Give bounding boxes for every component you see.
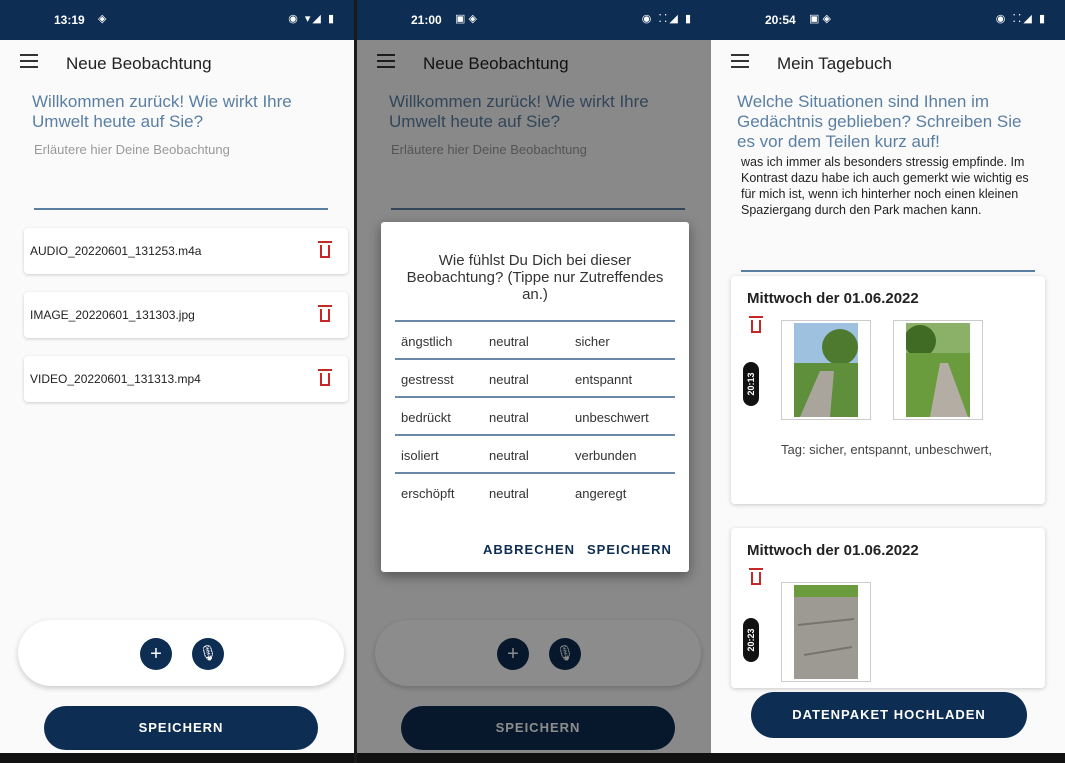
page-title: Neue Beobachtung [66, 54, 212, 73]
attachment-item[interactable]: VIDEO_20220601_131313.mp4 [24, 356, 348, 402]
mic-icon[interactable]: 🎙 [192, 638, 224, 670]
status-time: 21:00 [411, 13, 442, 27]
mood-option[interactable]: unbeschwert [575, 410, 649, 425]
observation-input[interactable]: Erläutere hier Deine Beobachtung [34, 142, 230, 157]
entry-time-badge: 20:23 UHR [743, 618, 772, 662]
page-title: Mein Tagebuch [777, 54, 892, 73]
screen-mood-dialog: 21:00 ▣ ◈ ◉ ⁚⁚◢ ▮ Neue Beobachtung Willk… [357, 0, 711, 763]
mood-option[interactable]: neutral [489, 372, 529, 387]
mood-row: bedrückt neutral unbeschwert [395, 396, 675, 436]
photo-thumbnail[interactable] [781, 582, 871, 682]
plus-icon[interactable]: + [140, 638, 172, 670]
mood-row: gestresst neutral entspannt [395, 358, 675, 398]
entry-date: Mittwoch der 01.06.2022 [747, 290, 919, 307]
attachment-item[interactable]: IMAGE_20220601_131303.jpg [24, 292, 348, 338]
mood-option[interactable]: neutral [489, 486, 529, 501]
app-bar: Neue Beobachtung [0, 40, 354, 88]
journal-text-field[interactable]: was ich immer als besonders stressig emp… [741, 154, 1041, 234]
photo-thumbnail[interactable] [781, 320, 871, 420]
trash-icon[interactable] [318, 241, 332, 258]
status-bar: 21:00 ▣ ◈ ◉ ⁚⁚◢ ▮ [357, 0, 711, 40]
vpn-icon: ▣ ◈ [809, 13, 831, 25]
media-toolbar: + 🎙 [18, 620, 344, 686]
photo-thumbnail[interactable] [893, 320, 983, 420]
mood-row: isoliert neutral verbunden [395, 434, 675, 474]
mood-dialog: Wie fühlst Du Dich bei dieser Beobachtun… [381, 222, 689, 572]
cancel-button[interactable]: ABBRECHEN [483, 542, 575, 557]
diary-entry-card[interactable]: Mittwoch der 01.06.2022 20:13 UHR Tag: s… [731, 276, 1045, 504]
mood-option[interactable]: sicher [575, 334, 610, 349]
status-time: 13:19 [54, 13, 85, 27]
mood-option[interactable]: entspannt [575, 372, 632, 387]
vpn-icon: ▣ ◈ [455, 13, 477, 25]
status-bar: 20:54 ▣ ◈ ◉ ⁚⁚◢ ▮ [711, 0, 1065, 40]
mood-option[interactable]: neutral [489, 410, 529, 425]
trash-icon[interactable] [749, 316, 763, 333]
trash-icon[interactable] [318, 369, 332, 386]
entry-date: Mittwoch der 01.06.2022 [747, 542, 919, 559]
screen-new-observation: 13:19 ◈ ◉ ▾◢ ▮ Neue Beobachtung Willkomm… [0, 0, 354, 763]
attachment-name: VIDEO_20220601_131313.mp4 [30, 372, 201, 386]
mood-option[interactable]: neutral [489, 448, 529, 463]
status-time: 20:54 [765, 13, 796, 27]
mood-option[interactable]: ängstlich [401, 334, 452, 349]
vpn-icon: ◈ [98, 13, 107, 25]
dialog-question: Wie fühlst Du Dich bei dieser Beobachtun… [406, 252, 664, 303]
mood-option[interactable]: bedrückt [401, 410, 451, 425]
welcome-prompt: Willkommen zurück! Wie wirkt Ihre Umwelt… [32, 92, 292, 131]
input-underline [34, 208, 328, 210]
diary-prompt: Welche Situationen sind Ihnen im Gedächt… [737, 92, 1022, 151]
menu-icon[interactable] [20, 54, 38, 72]
mood-row: erschöpft neutral angeregt [395, 472, 675, 512]
trash-icon[interactable] [749, 568, 763, 585]
status-bar: 13:19 ◈ ◉ ▾◢ ▮ [0, 0, 354, 40]
nav-bar [0, 753, 354, 763]
mood-option[interactable]: isoliert [401, 448, 439, 463]
mood-option[interactable]: neutral [489, 334, 529, 349]
app-bar: Mein Tagebuch [711, 40, 1065, 88]
nav-bar [357, 753, 711, 763]
signal-battery-icon: ◉ ⁚⁚◢ ▮ [641, 13, 693, 25]
screen-diary: 20:54 ▣ ◈ ◉ ⁚⁚◢ ▮ Mein Tagebuch Welche S… [711, 0, 1065, 763]
dialog-save-button[interactable]: SPEICHERN [587, 542, 672, 557]
signal-battery-icon: ◉ ▾◢ ▮ [288, 13, 336, 25]
path-photo-image [794, 585, 858, 679]
park-photo-image [794, 323, 858, 417]
entry-tags: Tag: sicher, entspannt, unbeschwert, [781, 442, 993, 457]
upload-button[interactable]: DATENPAKET HOCHLADEN [751, 692, 1027, 738]
mood-option[interactable]: gestresst [401, 372, 454, 387]
attachment-name: AUDIO_20220601_131253.m4a [30, 244, 202, 258]
menu-icon[interactable] [731, 54, 749, 72]
attachment-name: IMAGE_20220601_131303.jpg [30, 308, 195, 322]
attachment-item[interactable]: AUDIO_20220601_131253.m4a [24, 228, 348, 274]
input-underline [741, 270, 1035, 272]
mood-option[interactable]: erschöpft [401, 486, 454, 501]
diary-entry-card[interactable]: Mittwoch der 01.06.2022 20:23 UHR [731, 528, 1045, 688]
trash-icon[interactable] [318, 305, 332, 322]
save-button[interactable]: SPEICHERN [44, 706, 318, 750]
mood-option[interactable]: angeregt [575, 486, 626, 501]
signal-battery-icon: ◉ ⁚⁚◢ ▮ [995, 13, 1047, 25]
nav-bar [711, 753, 1065, 763]
mood-option[interactable]: verbunden [575, 448, 636, 463]
park-photo-image [906, 323, 970, 417]
mood-row: ängstlich neutral sicher [395, 320, 675, 360]
entry-time-badge: 20:13 UHR [743, 362, 772, 406]
